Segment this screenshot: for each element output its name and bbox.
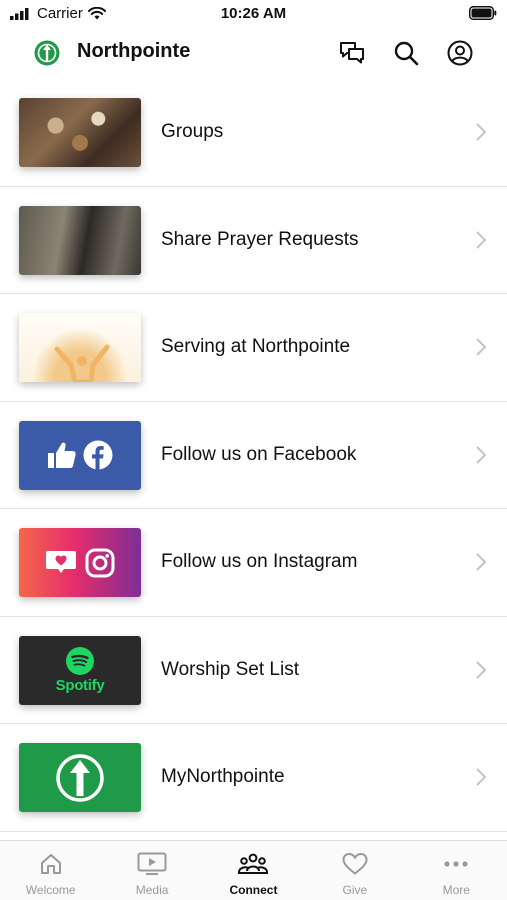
chevron-right-icon xyxy=(476,338,487,356)
media-icon xyxy=(137,851,167,877)
list-item-groups[interactable]: Groups xyxy=(0,79,507,187)
tab-media[interactable]: Media xyxy=(101,841,202,900)
mynorthpointe-thumbnail xyxy=(19,743,141,812)
northpointe-emblem-icon xyxy=(56,753,104,802)
chevron-right-icon xyxy=(476,230,487,249)
more-icon xyxy=(443,851,469,877)
tab-more[interactable]: More xyxy=(406,841,507,900)
spotify-wordmark: Spotify xyxy=(55,676,105,694)
groups-thumbnail xyxy=(19,98,141,167)
list-item-prayer-requests[interactable]: Share Prayer Requests xyxy=(0,187,507,294)
spotify-thumbnail: Spotify xyxy=(19,635,141,705)
list-item-worship-set-list[interactable]: Spotify Worship Set List xyxy=(0,617,507,724)
battery-icon xyxy=(469,6,497,25)
heart-icon xyxy=(342,851,368,877)
tab-label: Welcome xyxy=(25,883,76,897)
chat-icon[interactable] xyxy=(338,39,366,67)
list-item-mynorthpointe[interactable]: MyNorthpointe xyxy=(0,724,507,832)
instagram-logo-icon xyxy=(85,548,115,577)
chevron-right-icon xyxy=(476,768,487,786)
heart-message-icon xyxy=(46,550,76,573)
bottom-tab-bar: Welcome Media Connect Give More xyxy=(0,840,507,900)
list-item-label: Worship Set List xyxy=(161,658,299,680)
serving-thumbnail xyxy=(19,313,141,382)
chevron-right-icon xyxy=(476,445,487,464)
tab-give[interactable]: Give xyxy=(304,841,405,900)
list-item-label: Follow us on Facebook xyxy=(161,443,357,465)
instagram-thumbnail xyxy=(19,528,141,597)
thumbs-up-icon xyxy=(48,442,76,468)
status-bar: Carrier 10:26 AM xyxy=(0,0,507,30)
chevron-right-icon xyxy=(476,553,487,571)
list-item-instagram[interactable]: Follow us on Instagram xyxy=(0,509,507,617)
list-item-serving[interactable]: Serving at Northpointe xyxy=(0,294,507,402)
tab-label: Connect xyxy=(229,883,278,897)
prayer-thumbnail xyxy=(19,205,141,275)
list-item-label: Share Prayer Requests xyxy=(161,228,359,250)
tab-connect[interactable]: Connect xyxy=(203,841,304,900)
app-header: Northpointe xyxy=(0,30,507,76)
chevron-right-icon xyxy=(476,123,487,141)
tab-welcome[interactable]: Welcome xyxy=(0,841,101,900)
tab-label: Give xyxy=(342,883,368,897)
status-time: 10:26 AM xyxy=(220,5,287,22)
list-item-label: Serving at Northpointe xyxy=(161,336,351,357)
tab-label: More xyxy=(442,883,470,897)
facebook-thumbnail xyxy=(19,420,141,490)
facebook-logo-icon xyxy=(83,440,113,470)
home-icon xyxy=(39,851,63,877)
list-item-facebook[interactable]: Follow us on Facebook xyxy=(0,402,507,509)
profile-icon[interactable] xyxy=(446,39,474,67)
tab-label: Media xyxy=(135,883,169,897)
search-icon[interactable] xyxy=(392,39,420,67)
app-title: Northpointe xyxy=(77,40,191,62)
connect-list: Groups Share Prayer Requests Serving at … xyxy=(0,79,507,832)
list-item-label: Follow us on Instagram xyxy=(161,551,358,572)
northpointe-logo-icon[interactable] xyxy=(34,40,60,66)
list-item-label: Groups xyxy=(161,121,224,142)
spotify-logo-icon xyxy=(66,646,94,675)
chevron-right-icon xyxy=(476,660,487,679)
people-icon xyxy=(237,851,269,877)
raised-arms-figure xyxy=(54,344,110,382)
list-item-label: MyNorthpointe xyxy=(161,766,285,787)
